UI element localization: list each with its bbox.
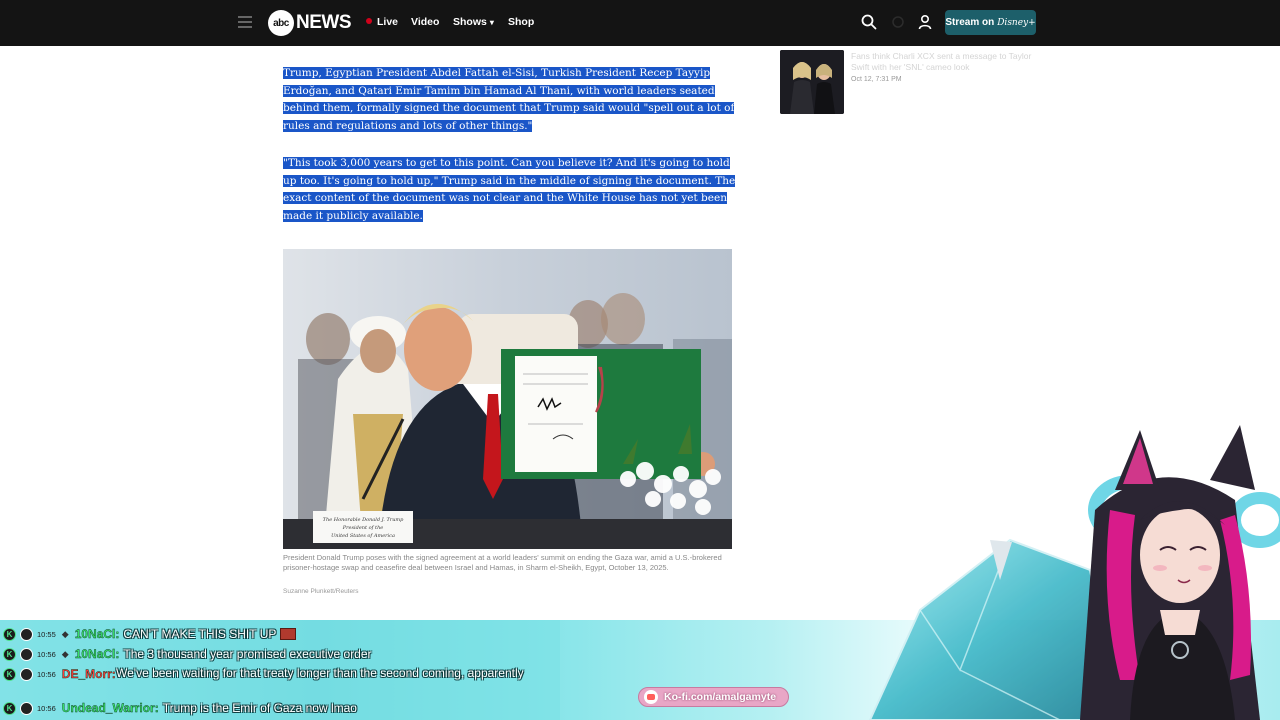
avatar bbox=[20, 647, 33, 661]
chat-timestamp: 10:55 bbox=[37, 629, 56, 639]
kofi-link-badge[interactable]: Ko-fi.com/amalgamyte bbox=[638, 687, 789, 707]
disney-plus-logo: Disney+ bbox=[997, 17, 1036, 28]
selected-text: "This took 3,000 years to get to this po… bbox=[283, 157, 736, 222]
chat-message: K 10:55 ◆ 10NaCl: CAN'T MAKE THIS SHIT U… bbox=[0, 625, 297, 643]
stream-label: Stream on bbox=[945, 17, 995, 28]
chat-text: Trump is the Emir of Gaza now lmao bbox=[162, 701, 357, 715]
chat-timestamp: 10:56 bbox=[37, 703, 56, 713]
chat-text-wrapped: We've been waiting for that treaty longe… bbox=[116, 666, 524, 680]
svg-text:President of the: President of the bbox=[342, 525, 384, 531]
moderator-badge-icon: K bbox=[3, 701, 16, 715]
account-icon[interactable] bbox=[917, 14, 933, 30]
chat-username[interactable]: Undead_Warrior: bbox=[62, 701, 159, 715]
abc-news-logo[interactable]: abc NEWS bbox=[268, 10, 352, 36]
nav-shows[interactable]: Shows ▾ bbox=[453, 16, 494, 28]
photo-caption: President Donald Trump poses with the si… bbox=[283, 553, 722, 572]
live-dot-icon bbox=[366, 18, 372, 24]
article-paragraph-1: Trump, Egyptian President Abdel Fattah e… bbox=[283, 65, 738, 135]
nav-shows-label: Shows bbox=[453, 16, 487, 28]
moderator-badge-icon: K bbox=[3, 647, 16, 661]
nav-live[interactable]: Live bbox=[366, 16, 398, 28]
moderator-badge-icon: K bbox=[3, 627, 16, 641]
chat-timestamp: 10:56 bbox=[37, 669, 56, 679]
sidebar-story-thumbnail[interactable] bbox=[780, 50, 844, 114]
sidebar-story-title[interactable]: Fans think Charli XCX sent a message to … bbox=[851, 51, 1041, 73]
menu-icon[interactable] bbox=[238, 16, 252, 28]
svg-text:The Honorable Donald J. Trump: The Honorable Donald J. Trump bbox=[323, 517, 405, 523]
selected-text: Trump, Egyptian President Abdel Fattah e… bbox=[283, 67, 735, 132]
sub-badge-icon: ◆ bbox=[61, 648, 69, 659]
chat-username[interactable]: 10NaCl: bbox=[75, 627, 120, 641]
chat-text: The 3 thousand year promised executive o… bbox=[123, 647, 372, 661]
article-paragraph-2: "This took 3,000 years to get to this po… bbox=[283, 155, 738, 225]
chat-username[interactable]: DE_Morr: bbox=[62, 667, 116, 681]
chevron-down-icon: ▾ bbox=[489, 18, 494, 27]
chat-message: K 10:56 ◆ 10NaCl: The 3 thousand year pr… bbox=[0, 645, 372, 663]
emote-icon bbox=[280, 628, 297, 640]
logo-text: NEWS bbox=[296, 12, 352, 33]
logo-mark: abc bbox=[268, 10, 294, 36]
vtuber-avatar bbox=[868, 425, 1280, 720]
nav-video[interactable]: Video bbox=[411, 16, 439, 28]
nav-shop[interactable]: Shop bbox=[508, 16, 534, 28]
nav-live-label: Live bbox=[377, 16, 399, 28]
sub-badge-icon: ◆ bbox=[61, 628, 69, 639]
avatar bbox=[20, 667, 33, 681]
moderator-badge-icon: K bbox=[3, 667, 16, 681]
chat-message: K 10:56 Undead_Warrior: Trump is the Emi… bbox=[0, 699, 357, 717]
sidebar-story-date: Oct 12, 7:31 PM bbox=[851, 76, 902, 83]
notification-icon[interactable] bbox=[890, 14, 906, 30]
top-nav: abc NEWS Live Video Shows ▾ Shop Stream o… bbox=[0, 0, 1280, 46]
chat-text: CAN'T MAKE THIS SHIT UP bbox=[123, 627, 277, 641]
chat-timestamp: 10:56 bbox=[37, 649, 56, 659]
photo-credit: Suzanne Plunkett/Reuters bbox=[283, 588, 359, 595]
kofi-label: Ko-fi.com/amalgamyte bbox=[664, 691, 777, 703]
search-icon[interactable] bbox=[861, 14, 877, 30]
avatar bbox=[20, 701, 33, 715]
avatar bbox=[20, 627, 33, 641]
chat-username[interactable]: 10NaCl: bbox=[75, 647, 120, 661]
kofi-cup-icon bbox=[644, 690, 658, 704]
svg-text:United States of America: United States of America bbox=[331, 533, 395, 539]
article-photo[interactable]: The Honorable Donald J. Trump President … bbox=[283, 249, 732, 549]
stream-on-disney-button[interactable]: Stream on Disney+ bbox=[945, 10, 1036, 35]
